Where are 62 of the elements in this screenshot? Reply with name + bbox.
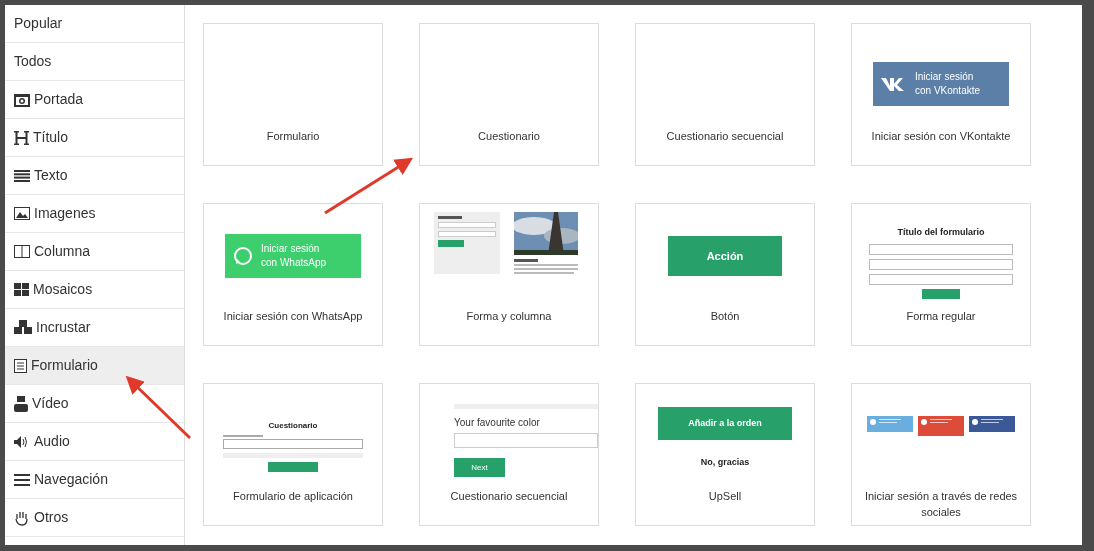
form-title: Título del formulario: [897, 226, 985, 239]
template-label: Formulario: [265, 129, 321, 144]
text-line: [514, 264, 578, 266]
template-label: Iniciar sesión a través de redes sociales: [863, 489, 1019, 520]
speaker-icon: [14, 435, 30, 448]
template-card[interactable]: Iniciar sesión a través de redes sociales: [851, 383, 1031, 526]
question-text: Your favourite color: [454, 416, 540, 430]
sidebar-item[interactable]: Formulario: [5, 347, 184, 385]
input-field-preview: [438, 222, 496, 228]
tiles-icon: [14, 283, 29, 296]
heading-line: [438, 216, 462, 219]
template-label: UpSell: [707, 489, 743, 504]
template-card[interactable]: Acción Botón: [635, 203, 815, 346]
vk-button-preview: Iniciar sesión con VKontakte: [873, 62, 1009, 106]
image-icon: [14, 207, 30, 220]
template-card[interactable]: Añadir a la orden No, gracias UpSell: [635, 383, 815, 526]
columns-icon: [14, 245, 30, 258]
template-label: Iniciar sesión con WhatsApp: [222, 309, 364, 324]
arrow: [125, 375, 192, 440]
template-label: Forma regular: [905, 309, 977, 324]
button-preview: Acción: [668, 236, 782, 276]
text-line: [514, 272, 574, 274]
template-card[interactable]: Cuestionario Formulario de aplicación: [203, 383, 383, 526]
button-preview: [438, 240, 464, 247]
template-label: Forma y columna: [465, 309, 553, 324]
template-label: Iniciar sesión con VKontakte: [870, 129, 1012, 144]
google-button-preview: [918, 416, 964, 436]
hand-icon: [14, 509, 30, 526]
decline-link: No, gracias: [700, 455, 750, 469]
template-card[interactable]: Formulario: [203, 23, 383, 166]
template-card[interactable]: Your favourite color Next Cuestionario secuencial: [419, 383, 599, 526]
form-title: Cuestionario: [268, 420, 318, 432]
template-label: Cuestionario secuencial: [449, 489, 569, 504]
text-line: [514, 268, 578, 270]
template-card[interactable]: Título del formulario Forma regular: [851, 203, 1031, 346]
video-icon: [14, 395, 28, 412]
camera-icon: [14, 92, 30, 107]
text-lines-icon: [14, 169, 30, 182]
telegram-button-preview: [867, 416, 913, 432]
button-preview: Añadir a la orden: [658, 406, 792, 440]
button-preview: [268, 462, 318, 472]
heading-icon: [14, 130, 29, 145]
button-preview: [922, 288, 960, 299]
template-card[interactable]: Iniciar sesión con VKontakte Iniciar sesión con VKontakte: [851, 23, 1031, 166]
template-label: Cuestionario: [477, 129, 541, 144]
template-label: Formulario de aplicación: [232, 489, 354, 504]
template-label: Botón: [709, 309, 741, 324]
whatsapp-button-preview: Iniciar sesión con WhatsApp: [225, 234, 361, 278]
template-card[interactable]: Cuestionario: [419, 23, 599, 166]
whatsapp-logo: [233, 246, 253, 266]
label-line: [223, 435, 263, 437]
menu-icon: [14, 473, 30, 486]
facebook-button-preview: [969, 416, 1015, 432]
template-card[interactable]: Cuestionario secuencial: [635, 23, 815, 166]
button-preview: Next: [454, 458, 505, 477]
cubes-icon: [14, 320, 32, 335]
template-card[interactable]: Forma y columna: [419, 203, 599, 346]
template-card[interactable]: Iniciar sesión con WhatsApp Iniciar sesión con WhatsApp: [203, 203, 383, 346]
form-icon: [14, 358, 27, 373]
template-label: Cuestionario secuencial: [665, 129, 785, 144]
heading-line: [514, 259, 538, 262]
input-field-preview: [438, 231, 496, 237]
